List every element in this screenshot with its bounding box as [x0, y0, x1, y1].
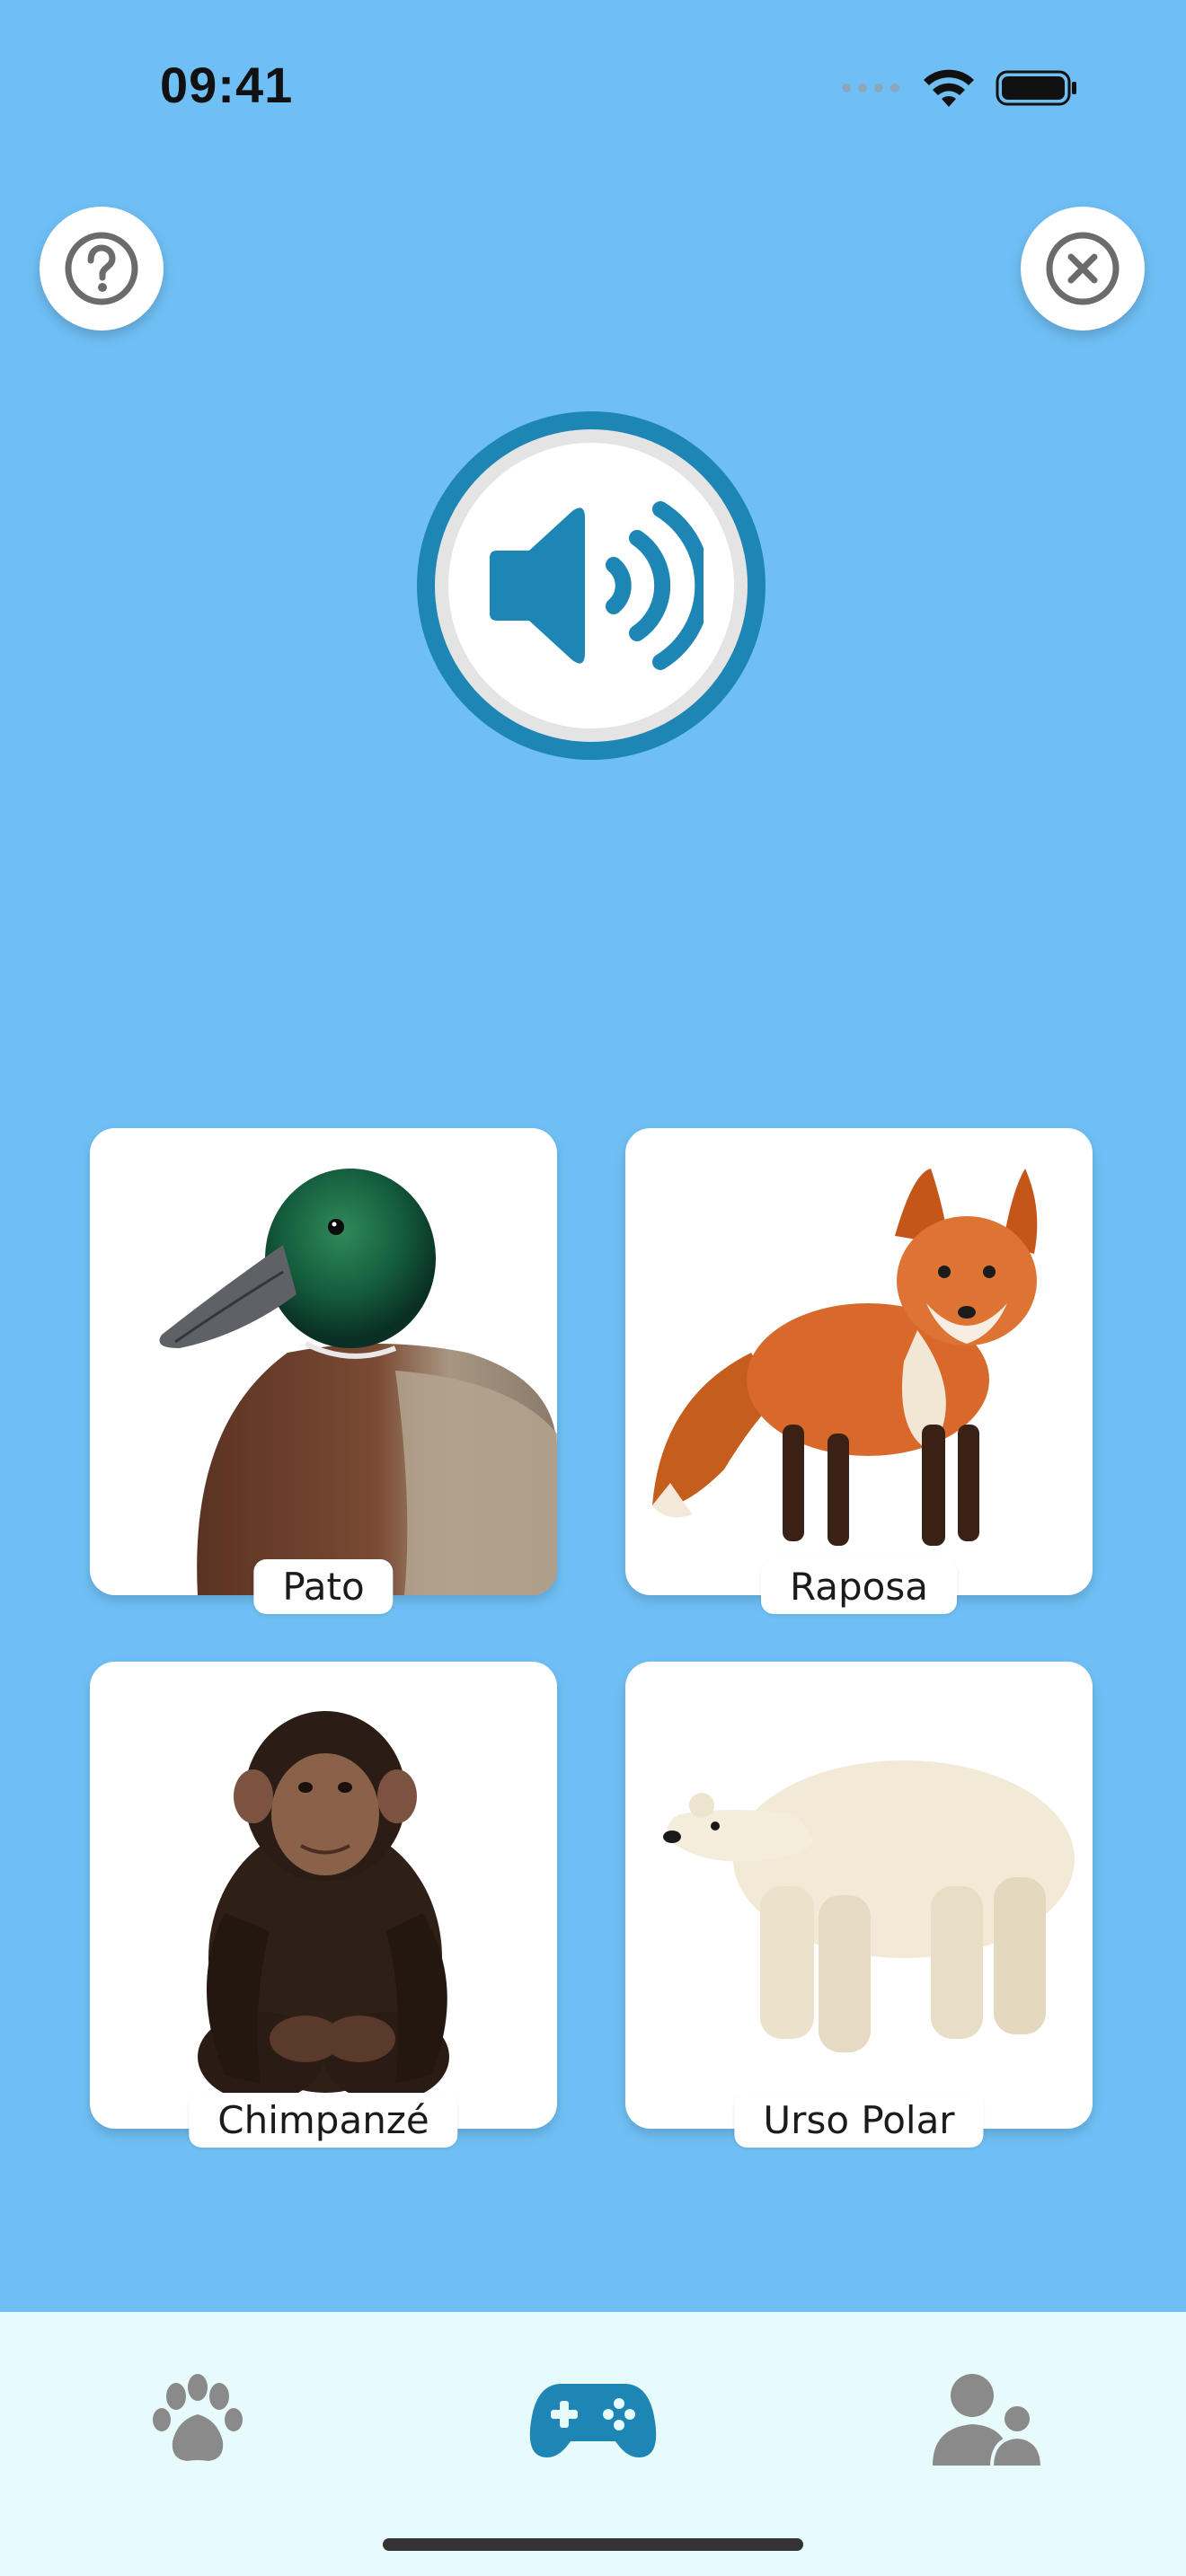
duck-image	[90, 1128, 557, 1595]
answer-card-fox[interactable]: Raposa	[625, 1128, 1093, 1614]
cellular-signal-icon	[842, 84, 899, 93]
gamepad-icon	[529, 2384, 657, 2457]
close-button[interactable]	[1021, 207, 1145, 331]
question-circle-icon	[65, 232, 138, 305]
status-bar: 09:41	[0, 0, 1186, 171]
card-label: Chimpanzé	[189, 2093, 458, 2148]
users-icon	[933, 2374, 1044, 2469]
card-label: Raposa	[761, 1559, 957, 1614]
tab-bar	[0, 2312, 1186, 2576]
fox-image	[625, 1128, 1093, 1595]
card-label: Pato	[253, 1559, 394, 1614]
polar-bear-image	[625, 1662, 1093, 2129]
status-time: 09:41	[160, 57, 294, 113]
battery-icon	[996, 70, 1076, 106]
answer-card-duck[interactable]: Pato	[90, 1128, 557, 1614]
wifi-icon	[924, 69, 974, 107]
tab-animals[interactable]	[108, 2348, 288, 2492]
paw-icon	[153, 2374, 243, 2461]
chimpanzee-image	[90, 1662, 557, 2129]
help-button[interactable]	[40, 207, 164, 331]
speaker-volume-icon	[490, 501, 704, 670]
answer-card-chimpanzee[interactable]: Chimpanzé	[90, 1662, 557, 2148]
card-label: Urso Polar	[734, 2093, 984, 2148]
answer-card-polar-bear[interactable]: Urso Polar	[625, 1662, 1093, 2148]
tab-profile[interactable]	[898, 2348, 1078, 2492]
home-indicator	[383, 2538, 803, 2551]
play-sound-button[interactable]	[417, 411, 766, 760]
tab-games[interactable]	[503, 2348, 683, 2492]
status-icons	[841, 63, 1078, 113]
close-circle-icon	[1046, 232, 1120, 305]
